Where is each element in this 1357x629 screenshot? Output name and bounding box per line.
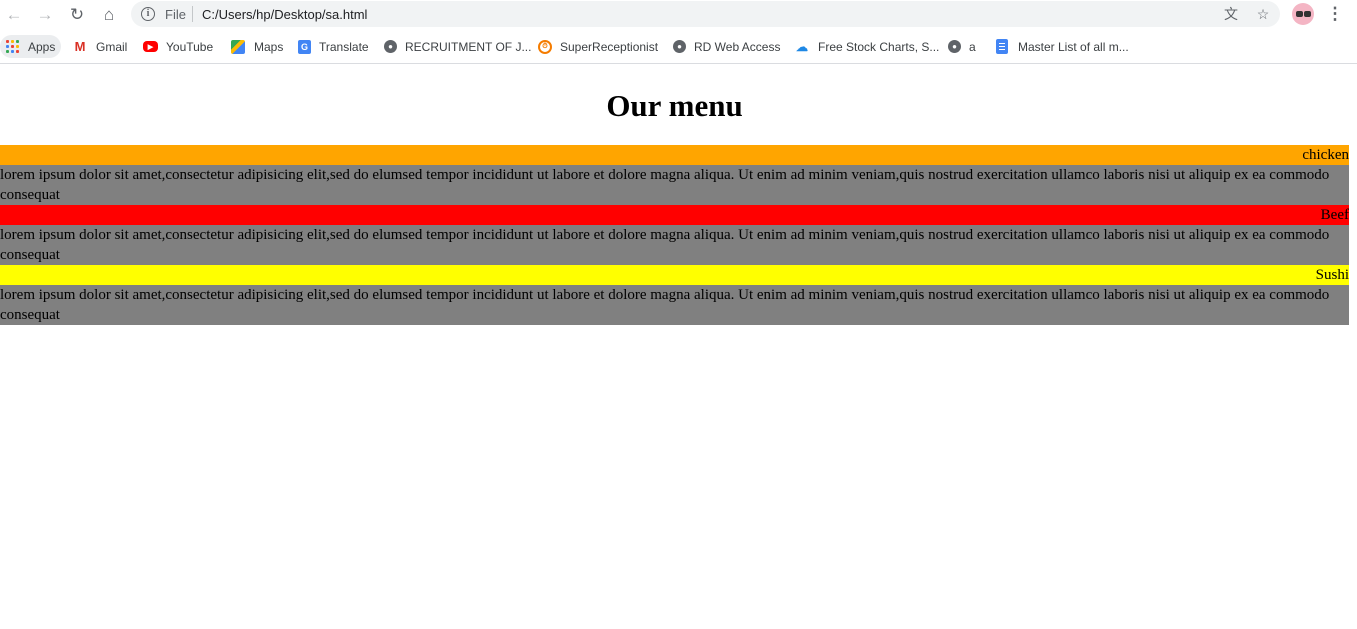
bookmark-label: YouTube bbox=[166, 39, 214, 54]
page-content: Our menu chicken lorem ipsum dolor sit a… bbox=[0, 64, 1357, 629]
bookmark-label: Free Stock Charts, S... bbox=[818, 39, 940, 54]
profile-avatar[interactable] bbox=[1292, 3, 1314, 25]
bookmark-a[interactable]: ● a bbox=[948, 35, 976, 58]
bookmark-translate[interactable]: G Translate bbox=[298, 35, 369, 58]
menu-item-title: chicken bbox=[0, 145, 1349, 165]
docs-icon bbox=[994, 39, 1010, 55]
bookmark-free-stock-charts[interactable]: ☁ Free Stock Charts, S... bbox=[794, 35, 939, 58]
menu-item-description: lorem ipsum dolor sit amet,consectetur a… bbox=[0, 165, 1349, 205]
bookmarks-bar: Apps M Gmail ▶ YouTube Maps G Translate … bbox=[0, 31, 1357, 64]
bookmark-youtube[interactable]: ▶ YouTube bbox=[143, 35, 213, 58]
menu-item-sushi: Sushi lorem ipsum dolor sit amet,consect… bbox=[0, 265, 1349, 325]
globe-icon: ● bbox=[673, 40, 686, 53]
bookmark-label: a bbox=[969, 39, 976, 54]
bookmark-label: SuperReceptionist bbox=[560, 39, 659, 54]
bookmark-gmail[interactable]: M Gmail bbox=[72, 35, 128, 58]
cloud-icon: ☁ bbox=[796, 39, 808, 54]
browser-toolbar: ← → ↻ ⌂ i File C:/Users/hp/Desktop/sa.ht… bbox=[0, 0, 1357, 29]
maps-icon bbox=[230, 39, 246, 55]
url-text[interactable]: C:/Users/hp/Desktop/sa.html bbox=[202, 7, 367, 22]
info-icon[interactable]: i bbox=[141, 7, 155, 21]
menu-item-title: Beef bbox=[0, 205, 1349, 225]
avatar-glasses-icon bbox=[1295, 11, 1311, 17]
globe-icon: ● bbox=[948, 40, 961, 53]
bookmark-superreceptionist[interactable]: ⏱ SuperReceptionist bbox=[538, 35, 658, 58]
menu-list: chicken lorem ipsum dolor sit amet,conse… bbox=[0, 145, 1349, 325]
superreceptionist-icon: ⏱ bbox=[538, 39, 552, 54]
forward-arrow-icon[interactable]: → bbox=[33, 3, 57, 25]
apps-grid-icon bbox=[4, 39, 20, 55]
bookmark-label: RECRUITMENT OF J... bbox=[405, 39, 532, 54]
menu-item-chicken: chicken lorem ipsum dolor sit amet,conse… bbox=[0, 145, 1349, 205]
menu-item-description: lorem ipsum dolor sit amet,consectetur a… bbox=[0, 285, 1349, 325]
menu-item-description: lorem ipsum dolor sit amet,consectetur a… bbox=[0, 225, 1349, 265]
globe-icon: ● bbox=[384, 40, 397, 53]
back-arrow-icon[interactable]: ← bbox=[2, 3, 26, 25]
bookmark-label: Maps bbox=[254, 39, 284, 54]
bookmark-label: Apps bbox=[28, 39, 56, 54]
reload-icon[interactable]: ↻ bbox=[65, 3, 89, 25]
gmail-icon: M bbox=[74, 39, 86, 54]
address-separator bbox=[192, 6, 193, 22]
bookmark-recruitment[interactable]: ● RECRUITMENT OF J... bbox=[384, 35, 531, 58]
address-bar[interactable]: i File C:/Users/hp/Desktop/sa.html 文 ☆ bbox=[131, 1, 1280, 27]
home-icon[interactable]: ⌂ bbox=[97, 3, 121, 25]
bookmark-master-list[interactable]: Master List of all m... bbox=[994, 35, 1129, 58]
more-menu-icon[interactable]: ⋮ bbox=[1326, 3, 1344, 25]
bookmark-label: Translate bbox=[319, 39, 369, 54]
translate-page-icon[interactable]: 文 bbox=[1221, 5, 1241, 23]
scheme-label: File bbox=[165, 7, 186, 22]
page-title: Our menu bbox=[606, 88, 743, 123]
bookmark-rd-web-access[interactable]: ● RD Web Access bbox=[673, 35, 780, 58]
bookmark-apps[interactable]: Apps bbox=[0, 35, 62, 58]
bookmark-label: Master List of all m... bbox=[1018, 39, 1129, 54]
youtube-icon: ▶ bbox=[143, 41, 158, 52]
bookmark-label: Gmail bbox=[96, 39, 128, 54]
menu-item-beef: Beef lorem ipsum dolor sit amet,consecte… bbox=[0, 205, 1349, 265]
menu-item-title: Sushi bbox=[0, 265, 1349, 285]
bookmark-maps[interactable]: Maps bbox=[230, 35, 283, 58]
translate-icon: G bbox=[298, 39, 311, 54]
bookmark-label: RD Web Access bbox=[694, 39, 781, 54]
bookmark-star-icon[interactable]: ☆ bbox=[1253, 5, 1273, 23]
